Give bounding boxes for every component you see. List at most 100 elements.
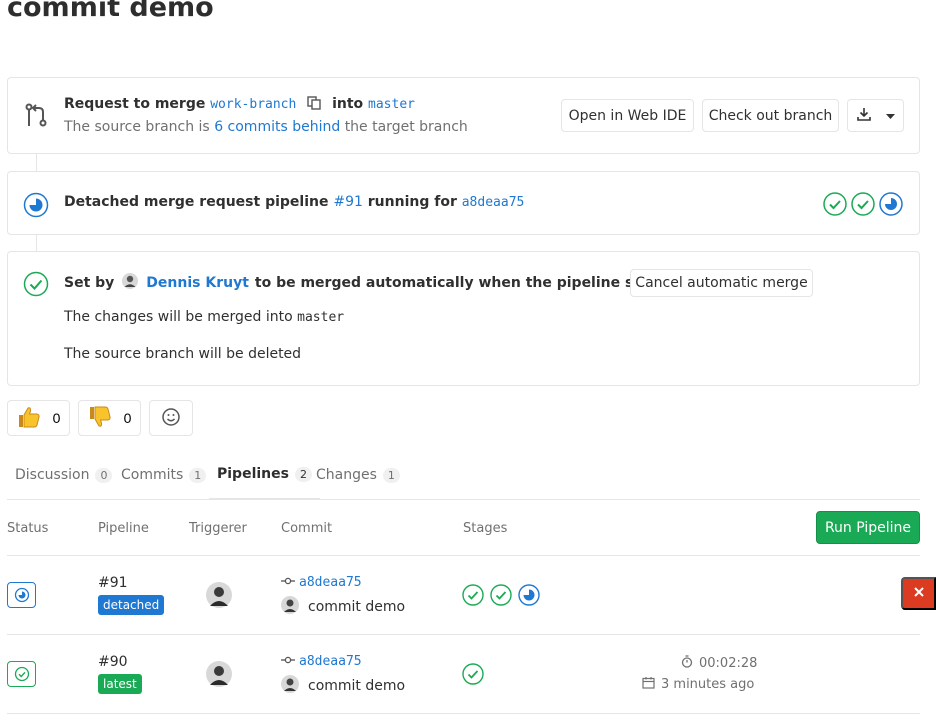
behind-prefix: The source branch is [64, 119, 210, 135]
column-header-triggerer: Triggerer [189, 521, 247, 536]
widget-connector [36, 154, 37, 171]
set-by-label: Set by [64, 275, 115, 291]
stage-success-icon[interactable] [462, 584, 484, 610]
download-dropdown-button[interactable] [847, 99, 904, 132]
avatar [122, 273, 139, 293]
stage-success-icon[interactable] [851, 192, 875, 220]
tab-discussion[interactable]: Discussion 0 [15, 450, 113, 500]
pipeline-id-link[interactable]: #91 [98, 575, 128, 591]
tab-label: Discussion [15, 467, 90, 483]
behind-info: The source branch is 6 commits behind th… [64, 119, 468, 135]
commit-title: commit demo [281, 675, 405, 697]
status-running-badge[interactable] [7, 582, 36, 608]
tab-count-badge: 2 [294, 466, 312, 482]
merge-info-widget: Request to merge work-branch into master… [7, 77, 920, 154]
commit-title-link[interactable]: commit demo [308, 678, 405, 694]
thumbsup-award-button[interactable]: 0 [7, 400, 70, 436]
into-label: into [332, 96, 364, 112]
finished-text: 3 minutes ago [661, 677, 755, 692]
auto-merge-text: Set by Dennis Kruyt to be merged automat… [64, 273, 697, 293]
source-branch-link[interactable]: work-branch [210, 97, 296, 112]
open-web-ide-button[interactable]: Open in Web IDE [561, 99, 694, 132]
page-title: commit demo [7, 0, 214, 23]
pipeline-duration: 00:02:28 [681, 655, 757, 672]
timer-icon [681, 655, 693, 672]
thumbsdown-icon [88, 406, 112, 431]
pipeline-stages [462, 663, 484, 689]
avatar[interactable] [206, 661, 232, 691]
commit-title: commit demo [281, 596, 405, 618]
smiley-icon [161, 407, 181, 430]
latest-badge: latest [98, 674, 142, 694]
avatar [281, 596, 299, 618]
column-header-stages: Stages [463, 521, 508, 536]
commit-icon [281, 575, 295, 590]
divider [7, 713, 920, 714]
stage-success-icon[interactable] [490, 584, 512, 610]
commit-sha-link[interactable]: a8deaa75 [299, 575, 362, 590]
tab-count-badge: 0 [95, 467, 113, 483]
tab-pipelines[interactable]: Pipelines 2 [209, 450, 320, 500]
chevron-down-icon [886, 108, 895, 124]
pipeline-stages [462, 584, 540, 610]
cancel-pipeline-button[interactable] [901, 577, 936, 610]
cancel-automatic-merge-button[interactable]: Cancel automatic merge [630, 269, 813, 297]
commit-title-link[interactable]: commit demo [308, 599, 405, 615]
auto-merge-widget: Set by Dennis Kruyt to be merged automat… [7, 251, 920, 386]
commit-sha: a8deaa75 [281, 654, 362, 669]
merge-info-prefix: The changes will be merged into [64, 309, 293, 325]
status-running-icon[interactable] [23, 192, 49, 222]
avatar[interactable] [206, 582, 232, 612]
user-link[interactable]: Dennis Kruyt [146, 275, 249, 291]
commit-sha-link[interactable]: a8deaa75 [462, 195, 525, 210]
status-success-badge[interactable] [7, 661, 36, 687]
thumbsdown-award-button[interactable]: 0 [78, 400, 141, 436]
tab-label: Commits [121, 467, 184, 483]
request-label: Request to merge [64, 96, 206, 112]
thumbsdown-count: 0 [123, 410, 132, 426]
pipeline-text: Detached merge request pipeline #91 runn… [64, 194, 524, 210]
copy-icon[interactable] [307, 96, 321, 114]
tab-label: Changes [316, 467, 377, 483]
merge-request-tabs: Discussion 0 Commits 1 Pipelines 2 Chang… [7, 450, 920, 500]
column-header-commit: Commit [281, 521, 333, 536]
pipeline-mini-graph [823, 192, 903, 220]
tab-commits[interactable]: Commits 1 [121, 450, 207, 500]
pipeline-widget: Detached merge request pipeline #91 runn… [7, 171, 920, 235]
duration-text: 00:02:28 [699, 656, 758, 671]
tab-count-badge: 1 [189, 467, 207, 483]
commit-sha-link[interactable]: a8deaa75 [299, 654, 362, 669]
merge-info-branch: master [297, 310, 345, 325]
delete-branch-info: The source branch will be deleted [64, 346, 302, 362]
pipeline-prefix: Detached merge request pipeline [64, 194, 329, 210]
target-branch-link[interactable]: master [368, 97, 415, 112]
merge-target-info: The changes will be merged into master [64, 309, 344, 325]
download-icon [856, 106, 872, 126]
tab-changes[interactable]: Changes 1 [316, 450, 400, 500]
thumbsup-count: 0 [52, 410, 61, 426]
divider [7, 555, 920, 556]
stage-running-icon[interactable] [518, 584, 540, 610]
pipeline-id-link[interactable]: #90 [98, 654, 128, 670]
pipeline-link[interactable]: #91 [333, 194, 363, 210]
close-icon [913, 586, 925, 601]
check-out-branch-button[interactable]: Check out branch [702, 99, 839, 132]
pipeline-finished: 3 minutes ago [642, 676, 754, 693]
running-for-label: running for [367, 194, 457, 210]
status-success-icon [23, 271, 49, 301]
calendar-icon [642, 676, 655, 693]
detached-badge: detached [98, 595, 165, 615]
add-reaction-button[interactable] [149, 400, 193, 436]
git-merge-icon [24, 102, 48, 132]
commit-sha: a8deaa75 [281, 575, 362, 590]
run-pipeline-button[interactable]: Run Pipeline [816, 511, 920, 544]
stage-running-icon[interactable] [879, 192, 903, 220]
divider [7, 634, 920, 635]
widget-connector [36, 235, 37, 251]
stage-success-icon[interactable] [462, 663, 484, 689]
stage-success-icon[interactable] [823, 192, 847, 220]
merge-request-line: Request to merge work-branch into master [64, 96, 415, 114]
commit-icon [281, 654, 295, 669]
tab-count-badge: 1 [382, 467, 400, 483]
commits-behind-link[interactable]: 6 commits behind [214, 119, 340, 135]
